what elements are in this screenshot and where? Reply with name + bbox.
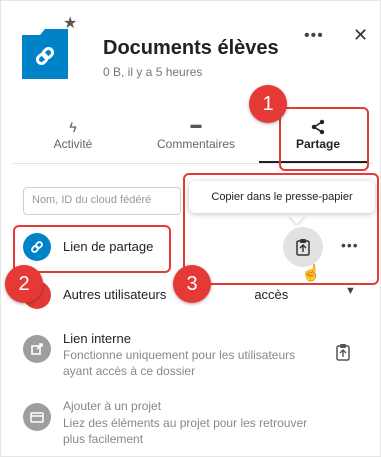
star-icon[interactable]: ★ bbox=[63, 13, 77, 33]
sharing-sidebar: ★ Documents élèves 0 B, il y a 5 heures … bbox=[0, 0, 381, 457]
comment-icon: ▬ bbox=[190, 119, 202, 131]
clipboard-icon[interactable] bbox=[335, 343, 351, 366]
add-project-title[interactable]: Ajouter à un projet bbox=[63, 399, 161, 413]
tab-activity-label: Activité bbox=[53, 137, 93, 151]
chevron-down-icon[interactable]: ▼ bbox=[345, 285, 356, 297]
tab-activity[interactable]: ϟ Activité bbox=[43, 119, 103, 151]
internal-link-description: Fonctionne uniquement pour les utilisate… bbox=[63, 348, 296, 378]
callout-box-copy bbox=[183, 173, 379, 285]
add-project-description: Liez des éléments au projet pour les ret… bbox=[63, 416, 308, 446]
lightning-icon: ϟ bbox=[69, 119, 77, 135]
file-subtitle: 0 B, il y a 5 heures bbox=[103, 65, 203, 79]
external-link-icon bbox=[23, 335, 51, 363]
tab-comments-label: Commentaires bbox=[156, 137, 236, 151]
tab-comments[interactable]: ▬ Commentaires bbox=[146, 119, 246, 151]
callout-box-share-link bbox=[13, 225, 171, 273]
share-search-input[interactable]: Nom, ID du cloud fédéré bbox=[23, 187, 181, 215]
other-users-suffix: accès bbox=[254, 287, 289, 302]
more-menu-button[interactable]: ••• bbox=[304, 27, 324, 45]
close-button[interactable]: ✕ bbox=[353, 25, 368, 46]
callout-badge-3: 3 bbox=[173, 265, 211, 303]
other-users-text: Autres utilisateurs bbox=[63, 287, 167, 302]
callout-badge-2: 2 bbox=[5, 265, 43, 303]
callout-badge-1: 1 bbox=[249, 85, 287, 123]
file-title: Documents élèves bbox=[103, 37, 279, 59]
project-icon bbox=[23, 403, 51, 431]
callout-box-sharing-tab bbox=[279, 107, 369, 171]
internal-link-title: Lien interne bbox=[63, 331, 131, 346]
